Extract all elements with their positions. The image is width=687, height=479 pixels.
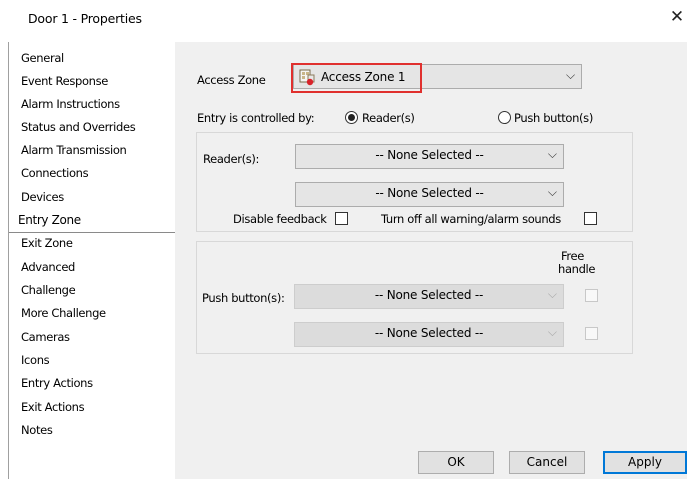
title-bar: Door 1 - Properties ✕ [0, 0, 687, 36]
sidebar-item-alarm-transmission[interactable]: Alarm Transmission [21, 143, 127, 157]
sidebar-item-more-challenge[interactable]: More Challenge [21, 306, 106, 320]
chevron-down-icon[interactable]: ⌵ [566, 68, 575, 83]
turn-off-sounds-checkbox[interactable] [584, 212, 597, 225]
sidebar-item-devices[interactable]: Devices [21, 190, 64, 204]
push-buttons-label: Push button(s): [202, 291, 285, 305]
sidebar-item-exit-actions[interactable]: Exit Actions [21, 400, 85, 414]
free-handle-2-checkbox[interactable] [585, 327, 598, 340]
sidebar-item-event-response[interactable]: Event Response [21, 74, 108, 88]
cancel-button[interactable]: Cancel [509, 451, 585, 474]
turn-off-sounds-label: Turn off all warning/alarm sounds [381, 212, 561, 226]
sidebar-item-advanced[interactable]: Advanced [21, 260, 75, 274]
chevron-down-icon: ⌵ [547, 185, 557, 199]
ok-button[interactable]: OK [418, 451, 494, 474]
reader-1-dropdown[interactable]: -- None Selected -- ⌵ [295, 144, 564, 169]
sidebar-item-entry-actions[interactable]: Entry Actions [21, 376, 93, 390]
chevron-down-icon: ⌵ [547, 325, 557, 339]
access-zone-label: Access Zone [197, 73, 266, 87]
sidebar-item-entry-zone[interactable]: Entry Zone [18, 213, 81, 227]
push-button-radio-label[interactable]: Push button(s) [514, 111, 593, 125]
free-handle-label-1: Free [561, 249, 585, 263]
sidebar-item-icons[interactable]: Icons [21, 353, 50, 367]
free-handle-1-checkbox[interactable] [585, 289, 598, 302]
reader-1-value: -- None Selected -- [375, 148, 484, 162]
reader-2-value: -- None Selected -- [375, 186, 484, 200]
reader-2-dropdown[interactable]: -- None Selected -- ⌵ [295, 182, 564, 207]
sidebar-item-cameras[interactable]: Cameras [21, 330, 70, 344]
window-title: Door 1 - Properties [28, 11, 142, 26]
reader-radio-label[interactable]: Reader(s) [362, 111, 415, 125]
access-zone-highlight [291, 63, 422, 93]
push-button-radio[interactable] [498, 111, 511, 124]
readers-label: Reader(s): [203, 152, 260, 166]
disable-feedback-checkbox[interactable] [335, 212, 348, 225]
sidebar-item-alarm-instructions[interactable]: Alarm Instructions [21, 97, 120, 111]
push-button-2-dropdown[interactable]: -- None Selected -- ⌵ [294, 322, 564, 347]
push-button-2-value: -- None Selected -- [374, 326, 484, 340]
sidebar-item-connections[interactable]: Connections [21, 166, 89, 180]
sidebar-nav: General Event Response Alarm Instruction… [8, 42, 177, 479]
disable-feedback-label: Disable feedback [233, 212, 327, 226]
entry-control-label: Entry is controlled by: [197, 111, 315, 125]
sidebar-item-exit-zone[interactable]: Exit Zone [21, 236, 73, 250]
sidebar-item-challenge[interactable]: Challenge [21, 283, 76, 297]
push-button-1-dropdown[interactable]: -- None Selected -- ⌵ [294, 284, 564, 309]
chevron-down-icon: ⌵ [547, 147, 557, 161]
apply-button[interactable]: Apply [603, 451, 687, 474]
sidebar-item-general[interactable]: General [21, 51, 64, 65]
sidebar-item-status-overrides[interactable]: Status and Overrides [21, 120, 136, 134]
close-icon[interactable]: ✕ [668, 8, 686, 26]
sidebar-item-notes[interactable]: Notes [21, 423, 53, 437]
content-panel: Access Zone Access Zone 1 ⌵ Entry is con… [175, 42, 687, 479]
free-handle-label-2: handle [558, 262, 596, 276]
chevron-down-icon: ⌵ [547, 287, 557, 301]
push-button-1-value: -- None Selected -- [374, 288, 484, 302]
reader-radio[interactable] [345, 111, 358, 124]
